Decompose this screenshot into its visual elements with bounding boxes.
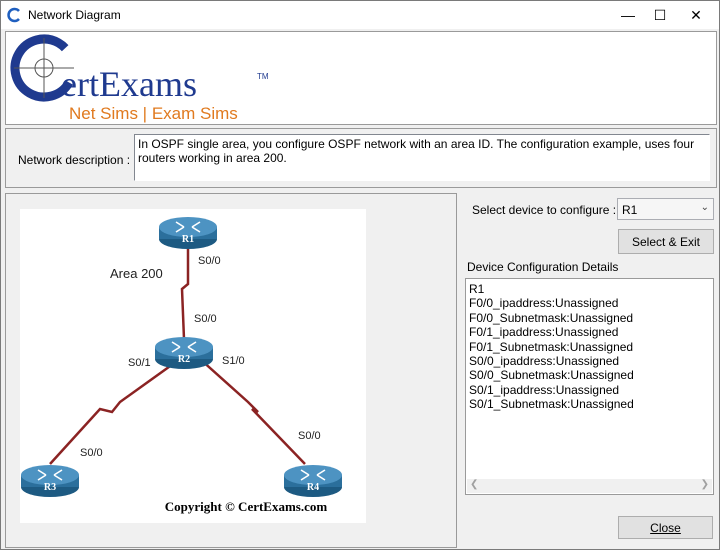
certexams-logo: ertExams TM Net Sims | Exam Sims: [10, 34, 269, 123]
device-details-list[interactable]: R1 F0/0_ipaddress:Unassigned F0/0_Subnetma…: [465, 278, 714, 495]
iface-r1-s00: S0/0: [198, 255, 221, 267]
description-label: Network description :: [18, 153, 131, 167]
close-button[interactable]: Close: [618, 516, 713, 539]
window-title: Network Diagram: [28, 8, 121, 22]
config-line: S0/1_Subnetmask:Unassigned: [469, 397, 634, 412]
description-panel: Network description : In OSPF single are…: [5, 128, 717, 188]
logo-tagline: Net Sims | Exam Sims: [69, 104, 238, 123]
link-r2-r3: [49, 357, 181, 465]
device-details-label: Device Configuration Details: [467, 260, 619, 274]
config-line: F0/0_Subnetmask:Unassigned: [469, 310, 634, 325]
diagram-panel: R1 R2 R3 R4 Area 200 S0/0 S0/0 S0/1 S1/0…: [5, 193, 457, 548]
select-exit-button[interactable]: Select & Exit: [618, 229, 714, 254]
network-diagram: R1 R2 R3 R4 Area 200 S0/0 S0/0 S0/1 S1/0…: [20, 209, 366, 523]
iface-r2-s01: S0/1: [128, 357, 151, 369]
brand-name: ertExams: [61, 64, 197, 104]
device-dropdown[interactable]: R1 ⌄: [617, 198, 714, 220]
chevron-down-icon: ⌄: [700, 202, 709, 213]
router-label-r1: R1: [182, 234, 194, 245]
copyright-text: Copyright © CertExams.com: [165, 499, 328, 514]
trademark-mark: TM: [257, 72, 269, 81]
title-bar: Network Diagram — ☐ ✕: [1, 1, 719, 29]
app-logo-icon: [7, 7, 20, 23]
minimize-icon: —: [621, 7, 635, 23]
iface-r2-s00: S0/0: [194, 313, 217, 325]
scroll-left-icon[interactable]: ❮: [470, 479, 478, 490]
description-textbox[interactable]: In OSPF single area, you configure OSPF …: [134, 134, 710, 181]
app-window: Network Diagram — ☐ ✕ ertExams TM Net Si…: [0, 0, 720, 550]
config-line: F0/1_ipaddress:Unassigned: [469, 325, 619, 340]
close-window-button[interactable]: ✕: [673, 1, 719, 29]
scroll-right-icon[interactable]: ❯: [701, 479, 709, 490]
config-line: R1: [469, 282, 485, 296]
select-device-label: Select device to configure :: [472, 203, 617, 217]
router-label-r3: R3: [44, 482, 56, 493]
config-line: F0/0_ipaddress:Unassigned: [469, 296, 619, 311]
device-dropdown-value: R1: [622, 203, 638, 217]
config-line: S0/0_Subnetmask:Unassigned: [469, 368, 634, 383]
iface-r3-s00: S0/0: [80, 447, 103, 459]
router-label-r2: R2: [178, 354, 190, 365]
config-line: F0/1_Subnetmask:Unassigned: [469, 339, 634, 354]
link-r2-r4: [199, 358, 306, 465]
logo-panel: ertExams TM Net Sims | Exam Sims: [5, 31, 717, 125]
iface-r4-s00: S0/0: [298, 430, 321, 442]
iface-r2-s10: S1/0: [222, 355, 245, 367]
router-label-r4: R4: [307, 482, 319, 493]
maximize-icon: ☐: [653, 6, 667, 23]
close-icon: ✕: [690, 6, 702, 23]
config-line: S0/0_ipaddress:Unassigned: [469, 354, 620, 369]
link-r1-r2: [180, 249, 190, 340]
area-label: Area 200: [110, 266, 163, 281]
config-line: S0/1_ipaddress:Unassigned: [469, 382, 620, 397]
horizontal-scrollbar[interactable]: ❮ ❯: [467, 479, 712, 493]
